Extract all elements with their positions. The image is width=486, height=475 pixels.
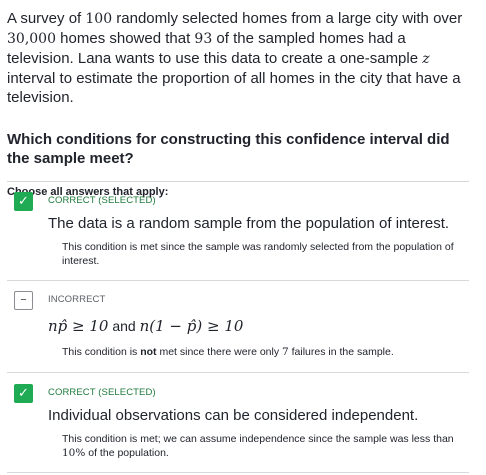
prompt-number: 93	[194, 31, 213, 47]
prompt-variable: z	[422, 51, 430, 67]
explanation-number: 10%	[62, 447, 86, 459]
explanation-text: of the population.	[85, 447, 169, 459]
problem-area: A survey of 100 randomly selected homes …	[7, 9, 471, 198]
explanation-number: 7	[282, 346, 289, 358]
answer-choice-1[interactable]: ✓ CORRECT (SELECTED) The data is a rando…	[7, 192, 469, 272]
choice-status-row: ✓ CORRECT (SELECTED)	[7, 192, 467, 212]
status-label: CORRECT (SELECTED)	[48, 387, 156, 398]
check-icon[interactable]: ✓	[14, 192, 33, 211]
status-label: INCORRECT	[48, 294, 106, 305]
choice-status-row: ✓ CORRECT (SELECTED)	[7, 384, 467, 404]
minus-icon[interactable]: –	[14, 291, 33, 310]
math-expression: n(1 − p̂) ≥ 10	[139, 317, 244, 335]
status-label: CORRECT (SELECTED)	[48, 195, 156, 206]
prompt-number: 100	[85, 11, 113, 27]
choice-text: np̂ ≥ 10 and n(1 − p̂) ≥ 10	[48, 317, 243, 336]
divider	[7, 280, 469, 281]
choice-status-row: – INCORRECT	[7, 291, 467, 311]
prompt-text: A survey of	[7, 10, 86, 27]
divider	[7, 181, 469, 182]
explanation-text: met since there were only	[156, 346, 283, 358]
choice-explanation: This condition is met; we can assume ind…	[62, 432, 462, 460]
explanation-emphasis: not	[140, 346, 157, 358]
prompt-text: homes showed that	[56, 30, 195, 47]
choice-explanation: This condition is met since the sample w…	[62, 241, 454, 267]
divider	[7, 372, 469, 373]
problem-prompt: A survey of 100 randomly selected homes …	[7, 9, 471, 107]
explanation-text: This condition is	[62, 346, 141, 358]
choice-text: Individual observations can be considere…	[48, 407, 419, 424]
math-expression: np̂ ≥ 10	[48, 317, 109, 335]
divider	[7, 472, 469, 473]
choice-explanation: This condition is not met since there we…	[62, 345, 462, 359]
prompt-number: 30,000	[7, 31, 56, 47]
choice-text-connector: and	[108, 318, 140, 334]
choice-text: The data is a random sample from the pop…	[48, 215, 450, 232]
answer-choice-2[interactable]: – INCORRECT np̂ ≥ 10 and n(1 − p̂) ≥ 10 …	[7, 291, 469, 371]
prompt-text: randomly selected homes from a large cit…	[112, 10, 463, 27]
answer-choice-3[interactable]: ✓ CORRECT (SELECTED) Individual observat…	[7, 384, 469, 464]
explanation-text: failures in the sample.	[288, 346, 394, 358]
question-heading: Which conditions for constructing this c…	[7, 131, 450, 167]
explanation-text: This condition is met; we can assume ind…	[62, 433, 454, 445]
prompt-text: interval to estimate the proportion of a…	[7, 70, 461, 106]
check-icon[interactable]: ✓	[14, 384, 33, 403]
